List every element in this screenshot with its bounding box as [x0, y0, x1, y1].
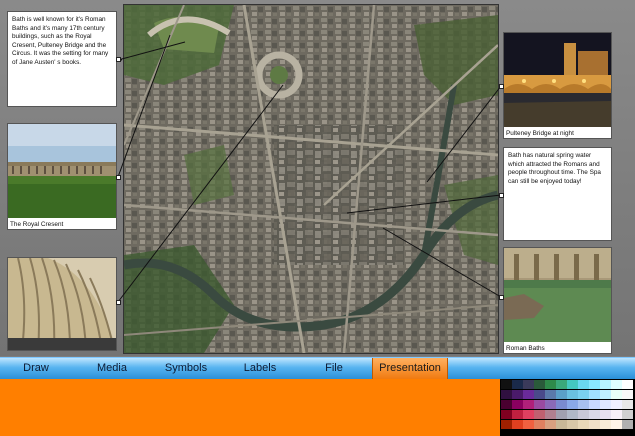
color-palette	[500, 379, 635, 436]
color-swatch[interactable]	[589, 420, 600, 429]
color-swatch[interactable]	[523, 410, 534, 419]
color-swatch[interactable]	[556, 390, 567, 399]
color-swatch[interactable]	[622, 420, 633, 429]
color-swatch[interactable]	[600, 390, 611, 399]
color-swatch[interactable]	[534, 410, 545, 419]
tab-draw[interactable]: Draw	[10, 358, 62, 379]
color-swatch[interactable]	[523, 380, 534, 389]
color-swatch[interactable]	[545, 380, 556, 389]
color-swatch[interactable]	[556, 420, 567, 429]
color-swatch[interactable]	[556, 400, 567, 409]
color-swatch[interactable]	[523, 420, 534, 429]
color-swatch[interactable]	[545, 390, 556, 399]
crescent-facade-image	[8, 258, 116, 350]
callout-bath-intro-text: Bath is well known for it's Roman Baths …	[12, 16, 109, 66]
color-swatch[interactable]	[523, 390, 534, 399]
connector-handle[interactable]	[116, 57, 121, 62]
color-swatch[interactable]	[501, 420, 512, 429]
color-swatch[interactable]	[611, 420, 622, 429]
tab-presentation[interactable]: Presentation	[372, 358, 448, 379]
color-swatch[interactable]	[611, 390, 622, 399]
color-swatch[interactable]	[589, 380, 600, 389]
color-swatch[interactable]	[567, 400, 578, 409]
tab-labels[interactable]: Labels	[234, 358, 286, 379]
color-swatch[interactable]	[611, 410, 622, 419]
royal-crescent-image	[8, 124, 116, 218]
color-swatch[interactable]	[611, 380, 622, 389]
color-swatch[interactable]	[611, 400, 622, 409]
photo-pulteney-bridge[interactable]: Pulteney Bridge at night	[503, 32, 612, 139]
color-swatch[interactable]	[501, 390, 512, 399]
color-swatch[interactable]	[622, 380, 633, 389]
color-swatch[interactable]	[534, 380, 545, 389]
color-swatch[interactable]	[534, 400, 545, 409]
color-swatch[interactable]	[622, 390, 633, 399]
connector-handle[interactable]	[499, 84, 504, 89]
connector-handle[interactable]	[499, 193, 504, 198]
color-swatch[interactable]	[556, 380, 567, 389]
color-swatch[interactable]	[567, 390, 578, 399]
connector-handle[interactable]	[499, 295, 504, 300]
color-swatch[interactable]	[578, 380, 589, 389]
tab-media[interactable]: Media	[84, 358, 140, 379]
color-swatch[interactable]	[545, 420, 556, 429]
color-swatch[interactable]	[589, 400, 600, 409]
color-swatch[interactable]	[578, 390, 589, 399]
color-swatch[interactable]	[501, 400, 512, 409]
aerial-map-image	[123, 4, 499, 354]
color-swatch[interactable]	[545, 400, 556, 409]
color-swatch[interactable]	[600, 380, 611, 389]
main-menu-bar: Draw Media Symbols Labels File Presentat…	[0, 357, 635, 379]
color-swatch[interactable]	[556, 410, 567, 419]
tab-file[interactable]: File	[310, 358, 358, 379]
color-swatch[interactable]	[512, 420, 523, 429]
photo-crescent-facade[interactable]	[7, 257, 117, 351]
color-swatch[interactable]	[512, 380, 523, 389]
photo-caption: Roman Baths	[506, 345, 545, 352]
connector-handle[interactable]	[116, 300, 121, 305]
color-swatch[interactable]	[534, 420, 545, 429]
tab-symbols[interactable]: Symbols	[158, 358, 214, 379]
pulteney-bridge-image	[504, 33, 611, 127]
color-swatch[interactable]	[567, 410, 578, 419]
color-swatch[interactable]	[512, 390, 523, 399]
color-swatch[interactable]	[578, 420, 589, 429]
color-swatch[interactable]	[501, 410, 512, 419]
color-swatch[interactable]	[523, 400, 534, 409]
color-swatch[interactable]	[589, 390, 600, 399]
color-swatch[interactable]	[589, 410, 600, 419]
color-swatch[interactable]	[578, 400, 589, 409]
color-swatch[interactable]	[600, 420, 611, 429]
callout-bath-intro[interactable]: Bath is well known for it's Roman Baths …	[7, 11, 117, 107]
color-swatch[interactable]	[512, 400, 523, 409]
callout-spring-water[interactable]: Bath has natural spring water which attr…	[503, 147, 612, 241]
color-swatch[interactable]	[600, 400, 611, 409]
color-swatch[interactable]	[567, 420, 578, 429]
color-swatch[interactable]	[545, 410, 556, 419]
color-swatch[interactable]	[622, 400, 633, 409]
color-swatch[interactable]	[567, 380, 578, 389]
color-swatch[interactable]	[600, 410, 611, 419]
connector-handle[interactable]	[116, 175, 121, 180]
photo-caption: The Royal Cresent	[10, 221, 64, 228]
callout-spring-water-text: Bath has natural spring water which attr…	[508, 152, 601, 185]
color-swatch[interactable]	[501, 380, 512, 389]
color-swatch[interactable]	[622, 410, 633, 419]
photo-caption: Pulteney Bridge at night	[506, 130, 574, 137]
photo-royal-crescent[interactable]: The Royal Cresent	[7, 123, 117, 230]
color-swatch[interactable]	[512, 410, 523, 419]
roman-baths-image	[504, 248, 611, 342]
photo-roman-baths[interactable]: Roman Baths	[503, 247, 612, 354]
color-swatch[interactable]	[578, 410, 589, 419]
color-swatch[interactable]	[534, 390, 545, 399]
